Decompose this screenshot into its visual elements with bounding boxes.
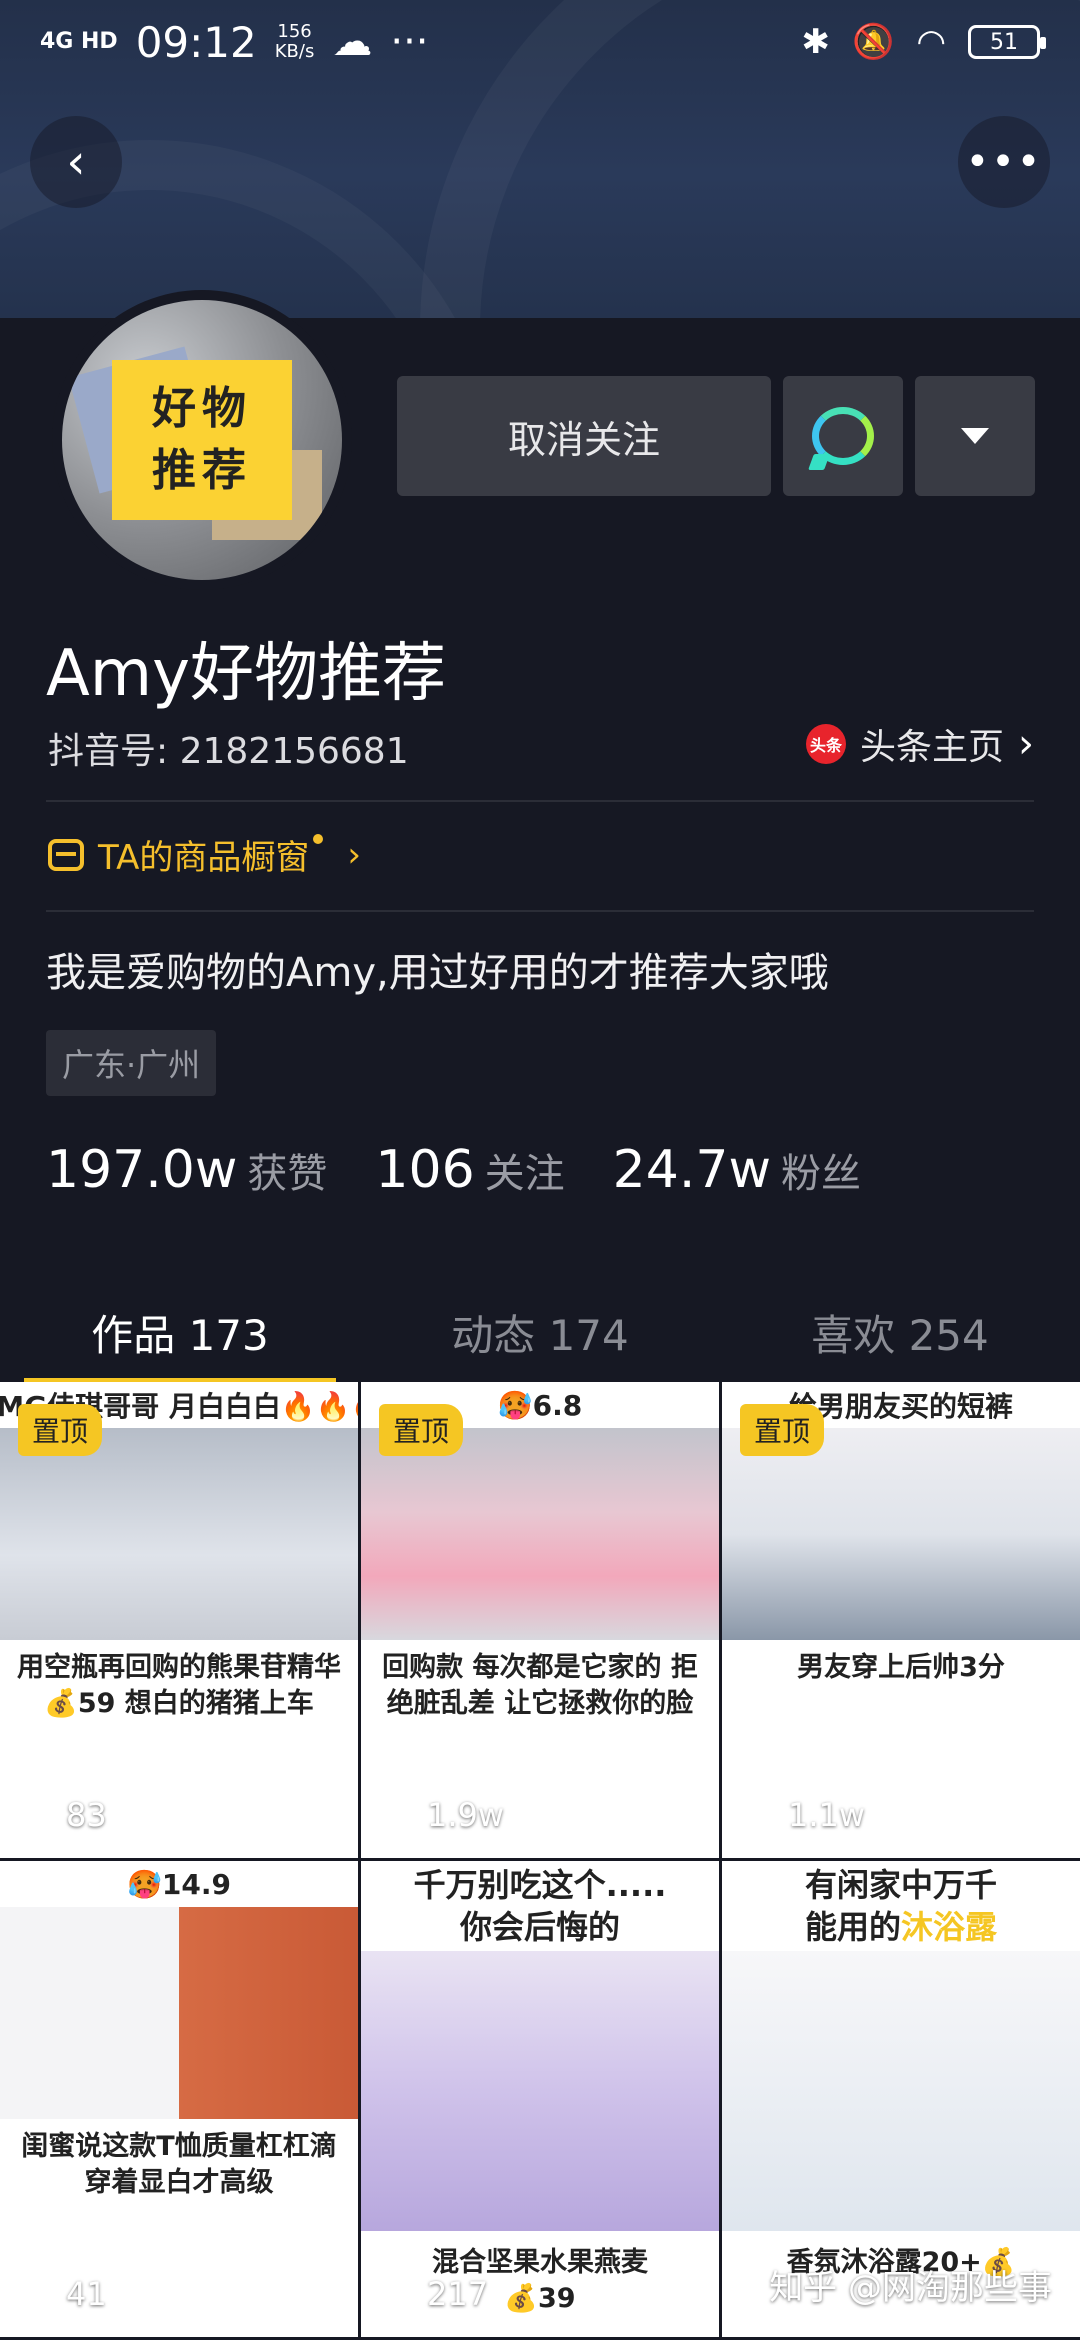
like-count: 217 [379,2275,488,2313]
video-thumbnail [361,1428,719,1640]
stat-following[interactable]: 106 关注 [375,1140,564,1200]
video-card[interactable]: 给男朋友买的短裤 男友穿上后帅3分 置顶 1.1w [722,1382,1080,1858]
heart-icon [740,1798,778,1832]
profile-stats: 197.0w 获赞 106 关注 24.7w 粉丝 [46,1140,861,1200]
video-grid: OMG佳琪哥哥 月白白白🔥🔥🔥 用空瓶再回购的熊果苷精华 💰59 想白的猪猪上车… [0,1382,1080,2337]
avatar-image: 好物 推荐 [62,300,342,580]
avatar[interactable]: 好物 推荐 [52,290,352,590]
network-speed: 156 KB/s [274,21,315,62]
profile-page: 4G HD 09:12 156 KB/s ☁ ··· ✱ 🔕 ◠ 51 ‹ ••• [0,0,1080,2340]
like-count: 83 [18,1796,107,1834]
message-button[interactable] [783,376,903,496]
video-thumbnail [0,1428,358,1640]
stat-followers[interactable]: 24.7w 粉丝 [613,1140,861,1200]
more-dots-icon: ••• [965,139,1043,185]
bio: 我是爱购物的Amy,用过好用的才推荐大家哦 [46,950,829,996]
clock: 09:12 [135,17,257,67]
pinned-badge: 置顶 [740,1404,825,1456]
profile-tabs: 作品 173 动态 174 喜欢 254 [0,1282,1080,1384]
caret-down-icon [961,428,989,444]
wifi-icon: ◠ [916,22,946,62]
video-card[interactable]: 有闲家中万千 能用的沐浴露 香氛沐浴露20+💰 知乎 @网淘那些事 [722,1861,1080,2337]
notification-dot [313,833,324,844]
heart-icon [379,2277,417,2311]
more-button[interactable]: ••• [958,116,1050,208]
shop-window-link[interactable]: TA的商品橱窗 › [48,830,361,879]
shop-window-icon [48,838,84,871]
recommend-dropdown-button[interactable] [915,376,1035,496]
tab-likes[interactable]: 喜欢 254 [720,1282,1080,1382]
unfollow-button[interactable]: 取消关注 [397,376,771,496]
status-bar: 4G HD 09:12 156 KB/s ☁ ··· ✱ 🔕 ◠ 51 [0,0,1080,84]
video-thumbnail [722,1951,1080,2231]
video-thumbnail [0,1907,358,2119]
toutiao-label: 头条主页 [859,727,1004,768]
heart-icon [18,1798,56,1832]
stat-likes[interactable]: 197.0w 获赞 [46,1140,327,1200]
pinned-badge: 置顶 [18,1404,103,1456]
divider [46,800,1034,802]
video-card[interactable]: 🥵6.8 回购款 每次都是它家的 拒绝脏乱差 让它拯救你的脸 置顶 1.9w [361,1382,719,1858]
mute-icon: 🔕 [851,22,895,62]
network-indicator: 4G HD [40,29,118,54]
video-title: 🥵14.9 [0,1861,358,1907]
video-card[interactable]: 🥵14.9 闺蜜说这款T恤质量杠杠滴 穿着显白才高级 41 [0,1861,358,2337]
toutiao-logo-icon: 头条 [805,724,846,764]
pinned-badge: 置顶 [379,1404,464,1456]
chevron-right-icon: › [1018,721,1034,767]
status-more: ··· [390,19,429,65]
cover-banner: 4G HD 09:12 156 KB/s ☁ ··· ✱ 🔕 ◠ 51 ‹ ••• [0,0,1080,318]
toutiao-homepage-link[interactable]: 头条 头条主页 › [805,718,1034,770]
video-card[interactable]: 千万别吃这个..... 你会后悔的 混合坚果水果燕麦 💰39 217 [361,1861,719,2337]
chat-bubble-icon [812,407,874,465]
video-thumbnail [722,1428,1080,1640]
cloud-icon: ☁ [332,19,373,65]
heart-icon [18,2277,56,2311]
divider [46,910,1034,912]
battery-indicator: 51 [968,25,1046,59]
bluetooth-icon: ✱ [801,22,830,62]
video-card[interactable]: OMG佳琪哥哥 月白白白🔥🔥🔥 用空瓶再回购的熊果苷精华 💰59 想白的猪猪上车… [0,1382,358,1858]
video-title: 千万别吃这个..... 你会后悔的 [361,1861,719,1951]
location-tag: 广东·广州 [46,1030,217,1096]
video-thumbnail [361,1951,719,2231]
watermark: 知乎 @网淘那些事 [769,2268,1052,2308]
heart-icon [379,1798,417,1832]
video-title: 有闲家中万千 能用的沐浴露 [722,1861,1080,1951]
avatar-label: 好物 推荐 [112,360,292,520]
shop-window-label: TA的商品橱窗 [98,838,310,878]
chevron-left-icon: ‹ [66,134,86,190]
like-count: 1.9w [379,1796,504,1834]
like-count: 41 [18,2275,107,2313]
douyin-id: 抖音号: 2182156681 [48,731,409,772]
chevron-right-icon: › [347,834,361,875]
back-button[interactable]: ‹ [30,116,122,208]
username: Amy好物推荐 [46,637,446,711]
tab-dynamics[interactable]: 动态 174 [360,1282,720,1382]
like-count: 1.1w [740,1796,865,1834]
tab-works[interactable]: 作品 173 [0,1282,360,1384]
